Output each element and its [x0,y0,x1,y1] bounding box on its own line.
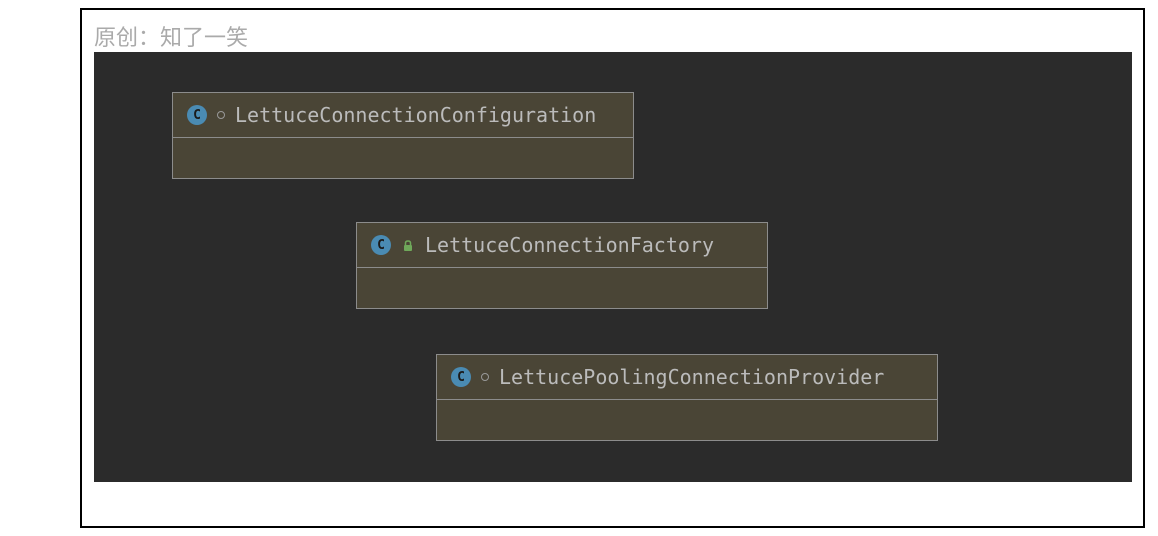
class-body [357,268,767,308]
class-box-lettuce-pooling-connection-provider[interactable]: C LettucePoolingConnectionProvider [436,354,938,441]
modifier-icon [217,111,225,119]
class-header: C LettuceConnectionConfiguration [173,93,633,138]
class-body [173,138,633,178]
class-icon: C [371,235,391,255]
diagram-frame: 原创：知了一笑 C LettuceConnectionConfiguration… [80,8,1145,528]
watermark-text: 原创：知了一笑 [94,20,248,52]
class-icon: C [451,367,471,387]
modifier-icon [481,373,489,381]
dark-background-panel: C LettuceConnectionConfiguration C Lettu… [94,52,1132,482]
class-box-lettuce-connection-factory[interactable]: C LettuceConnectionFactory [356,222,768,309]
class-box-lettuce-connection-configuration[interactable]: C LettuceConnectionConfiguration [172,92,634,179]
class-body [437,400,937,440]
class-header: C LettucePoolingConnectionProvider [437,355,937,400]
lock-icon [401,238,415,252]
class-name-label: LettuceConnectionConfiguration [235,103,596,127]
class-icon: C [187,105,207,125]
class-header: C LettuceConnectionFactory [357,223,767,268]
class-name-label: LettucePoolingConnectionProvider [499,365,884,389]
class-name-label: LettuceConnectionFactory [425,233,714,257]
